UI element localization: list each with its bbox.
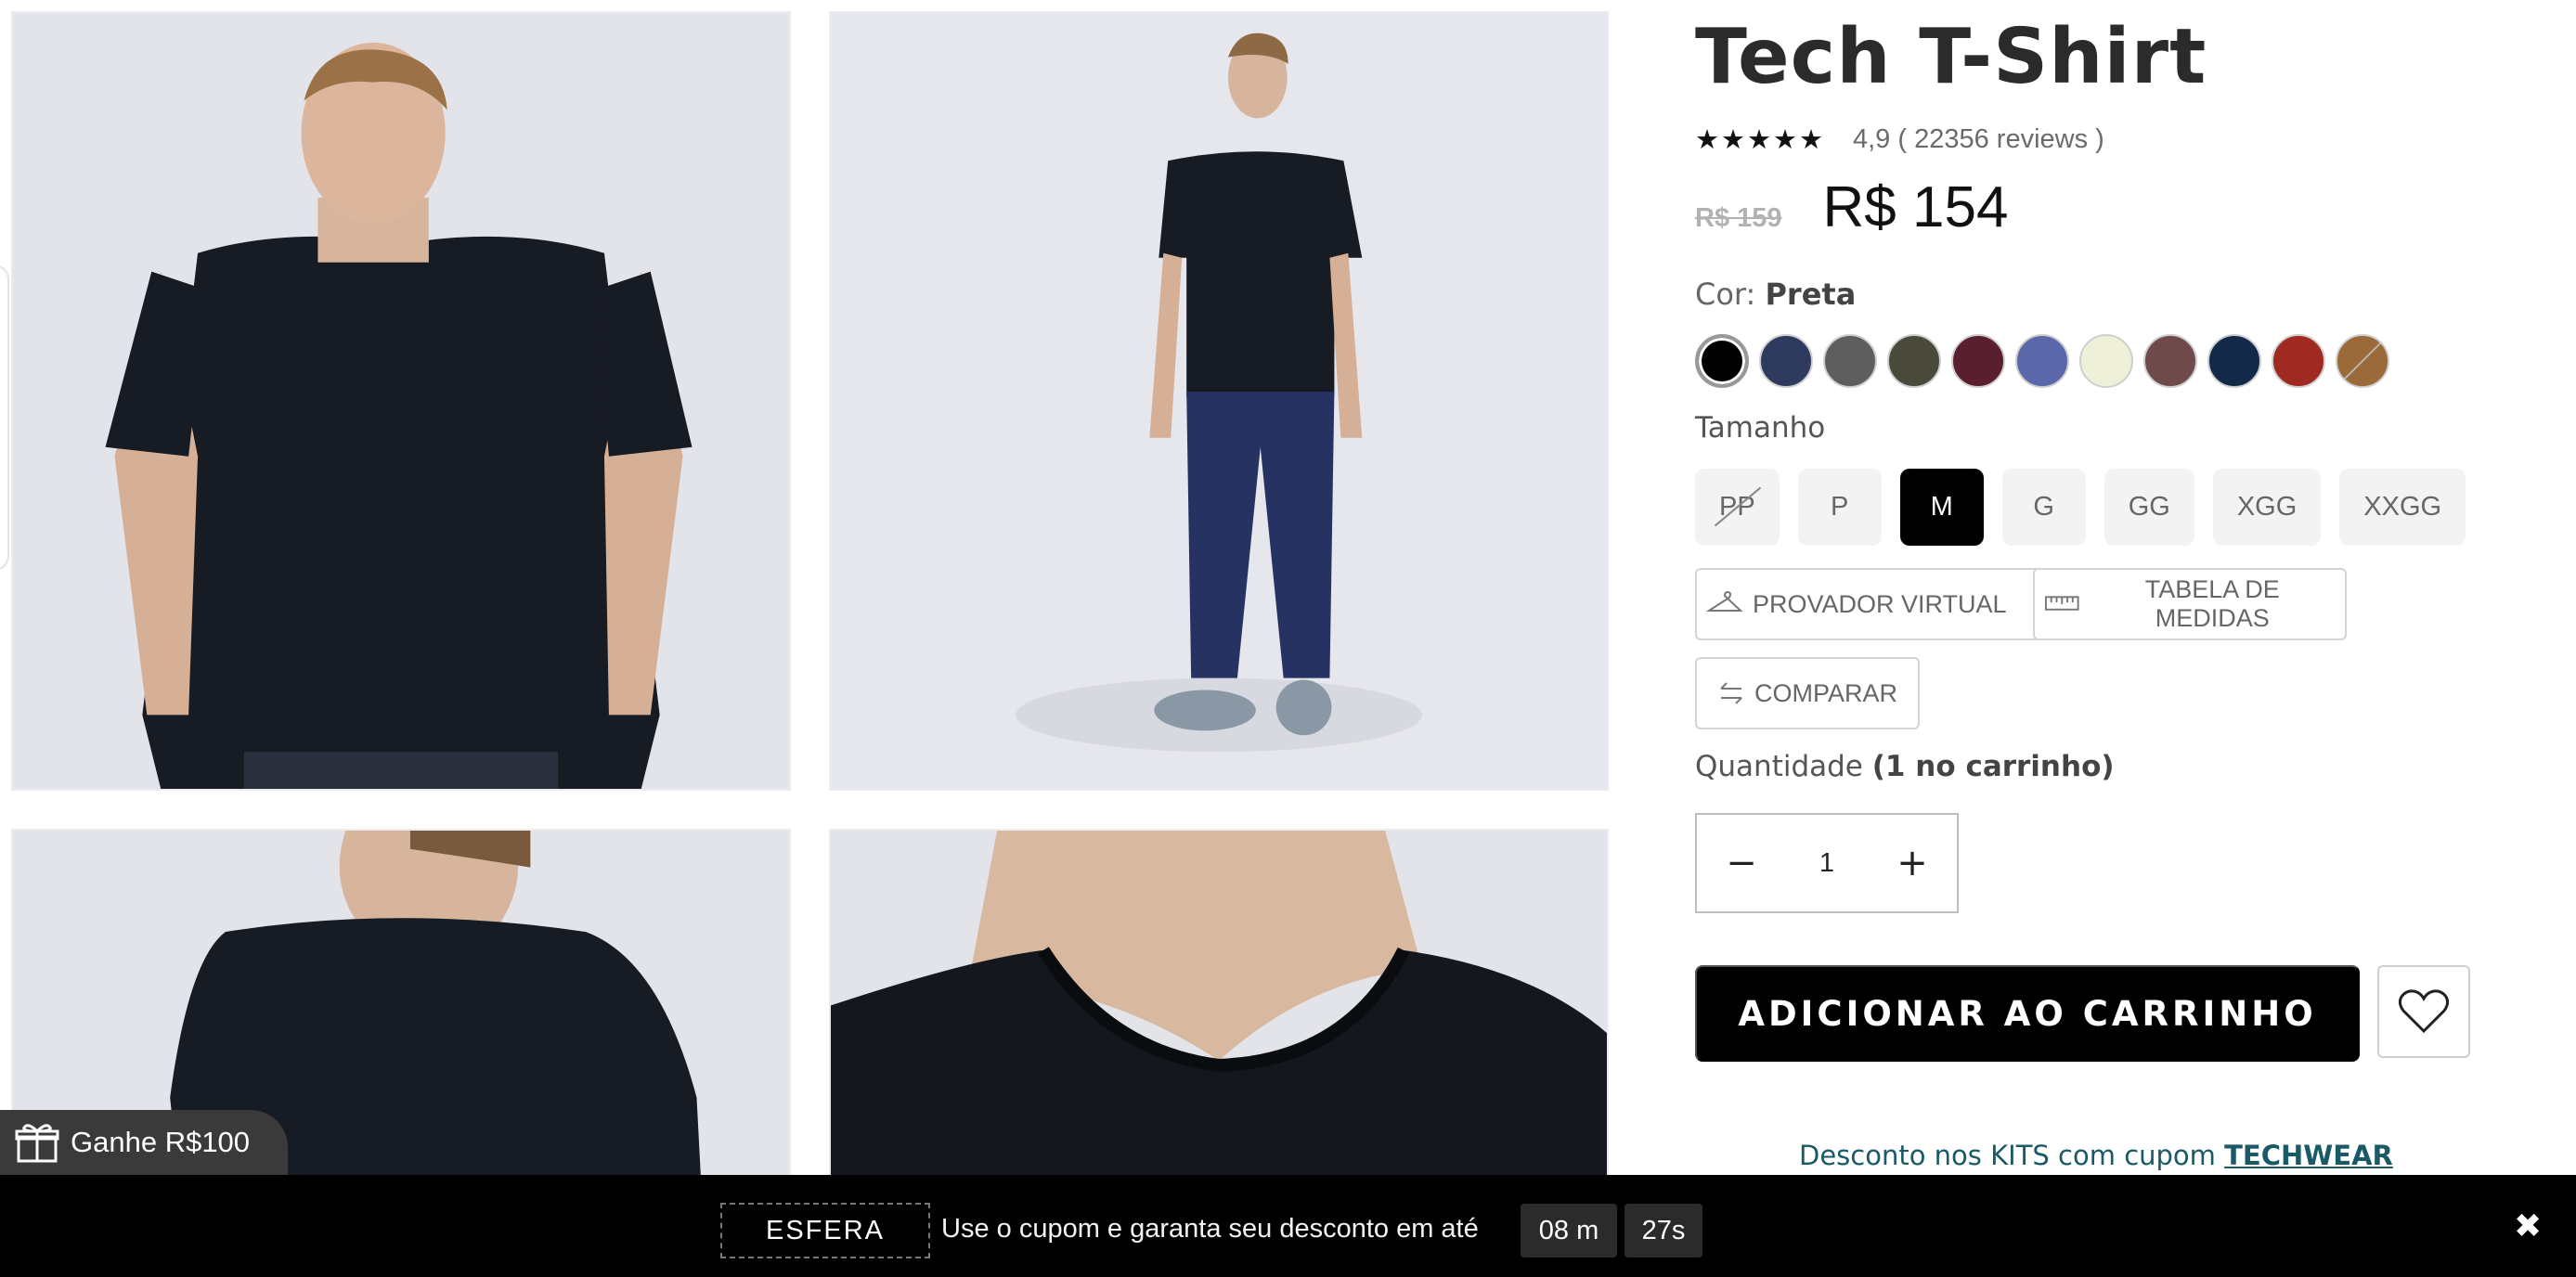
rating[interactable]: ★★★★★ 4,9 ( 22356 reviews )	[1695, 123, 2104, 155]
compare-arrows-icon	[1720, 682, 1742, 704]
old-price: R$ 159	[1695, 203, 1782, 233]
color-swatch[interactable]	[2015, 334, 2069, 388]
current-price: R$ 154	[1822, 175, 2009, 239]
color-swatch[interactable]	[1759, 334, 1813, 388]
kit-discount-message: Desconto nos KITS com cupom TECHWEAR	[1799, 1140, 2393, 1171]
product-photo-front[interactable]	[11, 11, 791, 791]
coupon-countdown-bar: ESFERA Use o cupom e garanta seu descont…	[0, 1175, 2576, 1277]
compare-button[interactable]: COMPARAR	[1695, 657, 1920, 729]
kit-discount-text: Desconto nos KITS com cupom	[1799, 1140, 2216, 1171]
countdown-seconds: 27s	[1625, 1204, 1702, 1258]
quantity-value[interactable]: 1	[1819, 848, 1834, 879]
color-swatch[interactable]	[1887, 334, 1941, 388]
color-swatch[interactable]	[2143, 334, 2197, 388]
quantity-in-cart: (1 no carrinho)	[1871, 750, 2115, 783]
rating-text[interactable]: 4,9 ( 22356 reviews )	[1853, 124, 2104, 155]
size-chart-button[interactable]: TABELA DE MEDIDAS	[2033, 568, 2347, 640]
product-title: Tech T-Shirt	[1695, 13, 2207, 101]
color-label-text: Cor:	[1695, 277, 1756, 312]
size-label: Tamanho	[1695, 411, 1826, 445]
gift-promo-button[interactable]: Ganhe R$100	[0, 1110, 288, 1175]
color-swatch[interactable]	[1951, 334, 2005, 388]
color-swatch[interactable]	[2079, 334, 2133, 388]
size-option-gg[interactable]: GG	[2104, 469, 2194, 546]
size-option-p[interactable]: P	[1797, 469, 1882, 546]
color-swatch[interactable]	[2272, 334, 2325, 388]
coupon-promo-text: Use o cupom e garanta seu desconto em at…	[941, 1214, 1479, 1244]
wishlist-button[interactable]	[2377, 965, 2470, 1058]
add-to-cart-button[interactable]: ADICIONAR AO CARRINHO	[1695, 965, 2360, 1062]
color-swatch[interactable]	[2207, 334, 2261, 388]
quantity-label: Quantidade (1 no carrinho)	[1695, 750, 2115, 783]
size-option-xgg[interactable]: XGG	[2212, 469, 2322, 546]
virtual-fitting-button[interactable]: PROVADOR VIRTUAL	[1695, 568, 2057, 640]
side-tab[interactable]	[0, 264, 9, 571]
ruler-icon	[2044, 596, 2079, 611]
quantity-label-text: Quantidade	[1695, 750, 1863, 783]
size-option-xxgg[interactable]: XXGG	[2339, 469, 2466, 546]
decrease-quantity-button[interactable]: −	[1723, 842, 1760, 884]
heart-icon	[2398, 989, 2450, 1034]
countdown-minutes: 08 m	[1521, 1204, 1617, 1258]
close-icon[interactable]: ✖	[2514, 1206, 2542, 1245]
size-option-g[interactable]: G	[2001, 469, 2086, 546]
color-swatch[interactable]	[1823, 334, 1877, 388]
price-row: R$ 159 R$ 154	[1695, 174, 2008, 240]
color-label: Cor: Preta	[1695, 277, 1856, 312]
size-option-m[interactable]: M	[1899, 469, 1984, 546]
size-chart-label: TABELA DE MEDIDAS	[2144, 575, 2280, 632]
quantity-stepper: − 1 +	[1695, 813, 1959, 913]
gift-icon	[15, 1124, 59, 1163]
color-swatch[interactable]	[1695, 334, 1749, 388]
size-options: PP P M G GG XGG XXGG	[1695, 469, 2466, 546]
virtual-fitting-label: PROVADOR VIRTUAL	[1753, 589, 2007, 618]
product-photo-full-body[interactable]	[829, 11, 1609, 791]
gift-promo-label: Ganhe R$100	[71, 1126, 251, 1158]
product-gallery	[0, 0, 1620, 1277]
coupon-code[interactable]: ESFERA	[720, 1203, 930, 1258]
selected-color: Preta	[1765, 277, 1857, 312]
hanger-icon	[1706, 590, 1743, 612]
size-option-pp[interactable]: PP	[1695, 469, 1780, 546]
compare-label: COMPARAR	[1754, 678, 1898, 707]
star-rating-icons: ★★★★★	[1695, 123, 1825, 155]
color-swatches	[1695, 334, 2389, 388]
kit-discount-code-link[interactable]: TECHWEAR	[2224, 1140, 2393, 1171]
increase-quantity-button[interactable]: +	[1894, 842, 1931, 884]
color-swatch[interactable]	[2336, 334, 2389, 388]
